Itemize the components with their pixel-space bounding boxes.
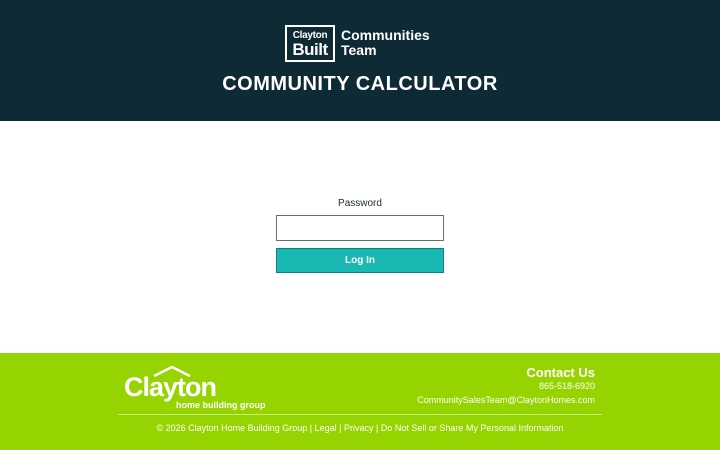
privacy-link[interactable]: Privacy — [344, 423, 374, 433]
clayton-built-logo[interactable]: Clayton Built — [285, 25, 335, 62]
copyright-text: © 2026 Clayton Home Building Group — [156, 423, 308, 433]
legal-bar: © 2026 Clayton Home Building Group | Leg… — [0, 423, 720, 433]
separator: | — [376, 423, 379, 433]
contact-title: Contact Us — [526, 365, 595, 380]
contact-phone-link[interactable]: 865-518-6920 — [539, 381, 595, 391]
logo-subtitle: home building group — [176, 400, 266, 410]
site-footer: Clayton home building group Contact Us 8… — [0, 353, 720, 450]
do-not-sell-link[interactable]: Do Not Sell or Share My Personal Informa… — [381, 423, 564, 433]
logo-bottom-text: Built — [292, 40, 328, 59]
footer-divider — [118, 414, 602, 415]
contact-email-link[interactable]: CommunitySalesTeam@ClaytonHomes.com — [417, 395, 595, 405]
password-input[interactable] — [276, 215, 444, 241]
site-header: Clayton Built Communities Team COMMUNITY… — [0, 0, 720, 121]
brand-line-2: Team — [341, 42, 377, 58]
legal-link[interactable]: Legal — [315, 423, 337, 433]
separator: | — [309, 423, 313, 433]
login-button[interactable]: Log In — [276, 248, 444, 273]
brand-line-1: Communities — [341, 27, 430, 43]
separator: | — [339, 423, 342, 433]
brand-text: Communities Team — [341, 28, 430, 58]
logo-word: Clayton — [124, 372, 217, 402]
password-label: Password — [338, 198, 382, 209]
clayton-home-building-group-logo[interactable]: Clayton home building group — [124, 365, 269, 411]
page-title: COMMUNITY CALCULATOR — [222, 73, 498, 95]
